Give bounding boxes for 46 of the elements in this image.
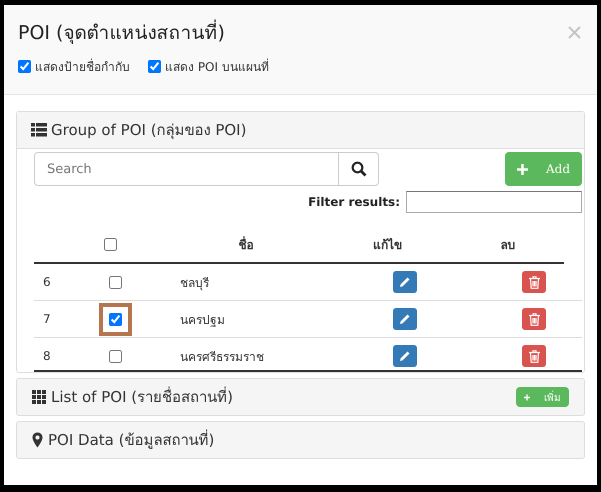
filter-label: Filter results: <box>308 195 400 209</box>
checkbox[interactable] <box>18 60 31 73</box>
delete-button[interactable] <box>522 308 546 330</box>
option-label: แสดง POI บนแผนที่ <box>165 58 269 76</box>
filter-field[interactable] <box>406 191 582 213</box>
add-button[interactable]: เพิ่ม <box>516 387 569 407</box>
row-checkbox[interactable] <box>108 276 122 288</box>
panel-title: List of POI (รายชื่อสถานที่) <box>51 386 234 408</box>
trash-icon <box>528 276 540 288</box>
trash-icon <box>528 350 540 362</box>
close-icon <box>568 26 581 38</box>
row-checkbox[interactable] <box>108 312 122 326</box>
checkbox[interactable] <box>148 60 161 73</box>
grid-icon <box>32 390 46 404</box>
list-icon <box>31 123 47 137</box>
row-number: 8 <box>43 349 51 363</box>
column-header: แก้ไข <box>373 236 402 254</box>
column-header: ชื่อ <box>238 238 254 252</box>
row-number: 6 <box>43 275 51 289</box>
table-cell: นครศรีธรรมราช <box>180 350 264 364</box>
search-button[interactable] <box>339 152 379 186</box>
table-cell: ชลบุรี <box>180 276 209 290</box>
window-title: POI (จุดตำแหน่งสถานที่) <box>18 17 225 47</box>
plus-icon <box>517 162 528 176</box>
row-checkbox[interactable] <box>108 350 122 362</box>
row-number: 7 <box>43 312 51 326</box>
plus-icon <box>524 392 530 402</box>
map-pin-icon <box>32 432 43 448</box>
pencil-icon <box>399 313 411 325</box>
add-button[interactable]: Add <box>505 152 582 186</box>
panel-title: POI Data (ข้อมูลสถานที่) <box>48 428 214 451</box>
delete-button[interactable] <box>522 271 546 293</box>
pencil-icon <box>399 350 411 362</box>
pencil-icon <box>399 276 411 288</box>
panel-title: Group of POI (กลุ่มของ POI) <box>51 120 246 142</box>
edit-button[interactable] <box>393 345 417 367</box>
column-header: ลบ <box>500 236 516 254</box>
search-icon <box>350 161 366 177</box>
edit-button[interactable] <box>393 308 417 330</box>
select-all-checkbox[interactable] <box>104 238 117 250</box>
trash-icon <box>528 312 540 326</box>
edit-button[interactable] <box>393 271 417 293</box>
option-label: แสดงป้ายชื่อกำกับ <box>35 58 130 76</box>
delete-button[interactable] <box>522 345 546 367</box>
search-field[interactable]: Search <box>34 152 339 186</box>
table-cell: นครปฐม <box>180 312 225 326</box>
